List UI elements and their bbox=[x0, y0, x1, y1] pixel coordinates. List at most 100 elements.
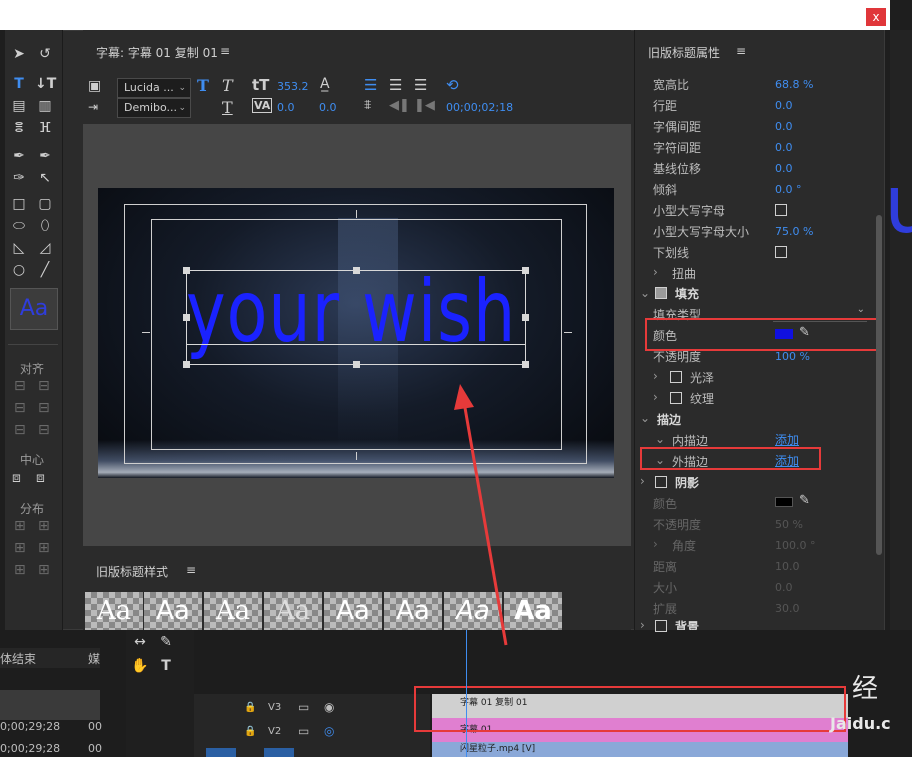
font-family-select[interactable]: Lucida ... ⌄ bbox=[117, 78, 191, 98]
distribute-icon[interactable]: ⊞ bbox=[38, 540, 50, 556]
align-bottom-icon[interactable]: ⊟ bbox=[38, 422, 50, 438]
shadow-size-value[interactable]: 0.0 bbox=[775, 581, 793, 594]
panel-menu-icon[interactable]: ≡ bbox=[736, 44, 746, 58]
track-source-v1[interactable] bbox=[264, 748, 294, 757]
vertical-type-tool-icon[interactable]: ↓T bbox=[35, 74, 56, 94]
rounded-corner-tool-icon[interactable]: ⬯ bbox=[35, 216, 55, 236]
rotation-tool-icon[interactable]: ↺ bbox=[35, 44, 55, 64]
eye-icon[interactable]: ◉ bbox=[324, 700, 334, 714]
chevron-right-icon[interactable]: › bbox=[640, 618, 645, 632]
ripple-edit-icon[interactable]: ↔ bbox=[130, 632, 150, 652]
clip-video[interactable]: 闪星粒子.mp4 [V] bbox=[432, 742, 848, 757]
center-horizontal-icon[interactable]: ⧈ bbox=[12, 470, 21, 486]
distribute-icon[interactable]: ⊞ bbox=[38, 562, 50, 578]
resize-handle[interactable] bbox=[522, 267, 529, 274]
shadow-distance-value[interactable]: 10.0 bbox=[775, 560, 800, 573]
resize-handle[interactable] bbox=[183, 314, 190, 321]
distribute-icon[interactable]: ⊞ bbox=[14, 562, 26, 578]
underline-checkbox[interactable] bbox=[775, 246, 787, 258]
rectangle-tool-icon[interactable]: □ bbox=[9, 194, 29, 214]
prop-value[interactable]: 0.0 bbox=[775, 99, 793, 112]
pen-icon[interactable]: ✎ bbox=[156, 632, 176, 652]
prop-value[interactable]: 0.0 ° bbox=[775, 183, 802, 196]
selection-tool-icon[interactable]: ➤ bbox=[9, 44, 29, 64]
clipped-rect-tool-icon[interactable]: ⬭ bbox=[9, 216, 29, 236]
style-swatch[interactable]: Aa bbox=[264, 592, 322, 630]
distribute-icon[interactable]: ⊞ bbox=[14, 518, 26, 534]
show-background-icon[interactable]: ▣ bbox=[88, 78, 101, 94]
resize-handle[interactable] bbox=[183, 361, 190, 368]
pen-tool-icon[interactable]: ✒ bbox=[9, 146, 29, 166]
delete-anchor-tool-icon[interactable]: ✒ bbox=[35, 146, 55, 166]
style-swatch[interactable]: Aa bbox=[85, 592, 143, 630]
lock-icon[interactable]: 🔒 bbox=[244, 702, 256, 713]
align-left-text-icon[interactable]: ☰ bbox=[364, 76, 377, 94]
sync-icon[interactable]: ⟲ bbox=[446, 76, 459, 94]
opacity-value[interactable]: 100 % bbox=[775, 350, 810, 363]
camera-icon[interactable]: ▭ bbox=[298, 724, 309, 738]
timecode[interactable]: 00;00;02;18 bbox=[446, 101, 513, 114]
convert-anchor-tool-icon[interactable]: ↖ bbox=[35, 168, 55, 188]
vertical-path-type-tool-icon[interactable]: ⴼ bbox=[35, 118, 55, 138]
align-center-text-icon[interactable]: ☰ bbox=[389, 76, 402, 94]
shadow-checkbox[interactable] bbox=[655, 476, 667, 488]
resize-handle[interactable] bbox=[353, 267, 360, 274]
prop-value[interactable]: 68.8 % bbox=[775, 78, 813, 91]
close-button[interactable]: x bbox=[866, 8, 886, 26]
shadow-opacity-value[interactable]: 50 % bbox=[775, 518, 803, 531]
style-swatch[interactable]: Aa bbox=[324, 592, 382, 630]
shadow-color-swatch[interactable] bbox=[775, 497, 793, 507]
fill-checkbox[interactable] bbox=[655, 287, 667, 299]
underline-icon[interactable]: T bbox=[222, 98, 233, 117]
project-row-selected[interactable] bbox=[0, 690, 100, 720]
prop-value[interactable]: 0.0 bbox=[775, 141, 793, 154]
resize-handle[interactable] bbox=[522, 361, 529, 368]
resize-handle[interactable] bbox=[522, 314, 529, 321]
align-left-icon[interactable]: ⊟ bbox=[14, 378, 26, 394]
chevron-down-icon[interactable]: ⌄ bbox=[640, 411, 650, 425]
chevron-down-icon[interactable]: ⌄ bbox=[655, 432, 665, 446]
chevron-down-icon[interactable]: ⌄ bbox=[640, 286, 650, 300]
chevron-right-icon[interactable]: › bbox=[653, 265, 658, 279]
line-tool-icon[interactable]: ╱ bbox=[35, 260, 55, 280]
wedge-tool-icon[interactable]: ◺ bbox=[9, 238, 29, 258]
tab-icon[interactable]: ⩨ bbox=[364, 98, 371, 113]
eyedropper-icon[interactable]: ✎ bbox=[799, 493, 810, 508]
inner-stroke-add-link[interactable]: 添加 bbox=[775, 431, 799, 448]
style-swatch[interactable]: Aa bbox=[204, 592, 262, 630]
align-center-h-icon[interactable]: ⊟ bbox=[14, 400, 26, 416]
small-caps-size-value[interactable]: 75.0 % bbox=[775, 225, 813, 238]
distribute-icon[interactable]: ⊞ bbox=[14, 540, 26, 556]
font-style-select[interactable]: Demibo... ⌄ bbox=[117, 98, 191, 118]
vertical-area-type-tool-icon[interactable]: ▥ bbox=[35, 96, 55, 116]
path-type-tool-icon[interactable]: ⴻ bbox=[9, 118, 29, 138]
chevron-right-icon[interactable]: › bbox=[653, 537, 658, 551]
step-forward-icon[interactable]: ❚◀ bbox=[414, 98, 435, 113]
distribute-icon[interactable]: ⊞ bbox=[38, 518, 50, 534]
step-back-icon[interactable]: ◀❚ bbox=[389, 98, 410, 113]
chevron-right-icon[interactable]: › bbox=[653, 369, 658, 383]
resize-handle[interactable] bbox=[183, 267, 190, 274]
style-swatch[interactable]: Aa bbox=[384, 592, 442, 630]
type-tool-icon[interactable]: T bbox=[9, 74, 29, 94]
panel-menu-icon[interactable]: ≡ bbox=[186, 563, 196, 577]
align-top-icon[interactable]: ⊟ bbox=[38, 378, 50, 394]
style-swatch[interactable]: Aa bbox=[144, 592, 202, 630]
chevron-right-icon[interactable]: › bbox=[653, 390, 658, 404]
bold-icon[interactable]: T bbox=[197, 76, 209, 95]
rounded-rect-tool-icon[interactable]: ▢ bbox=[35, 194, 55, 214]
add-anchor-tool-icon[interactable]: ✑ bbox=[9, 168, 29, 188]
area-type-tool-icon[interactable]: ▤ bbox=[9, 96, 29, 116]
tracking-value[interactable]: 0.0 bbox=[277, 101, 295, 114]
texture-checkbox[interactable] bbox=[670, 392, 682, 404]
chevron-right-icon[interactable]: › bbox=[640, 474, 645, 488]
align-center-v-icon[interactable]: ⊟ bbox=[38, 400, 50, 416]
text-bounding-box[interactable] bbox=[186, 270, 526, 365]
track-target-v1[interactable] bbox=[206, 748, 236, 757]
shadow-angle-value[interactable]: 100.0 ° bbox=[775, 539, 816, 552]
ellipse-tool-icon[interactable]: ○ bbox=[9, 260, 29, 280]
kerning-value[interactable]: 0.0 bbox=[319, 101, 337, 114]
properties-scrollbar[interactable] bbox=[876, 215, 882, 555]
prop-value[interactable]: 0.0 bbox=[775, 120, 793, 133]
italic-icon[interactable]: T bbox=[222, 76, 233, 95]
